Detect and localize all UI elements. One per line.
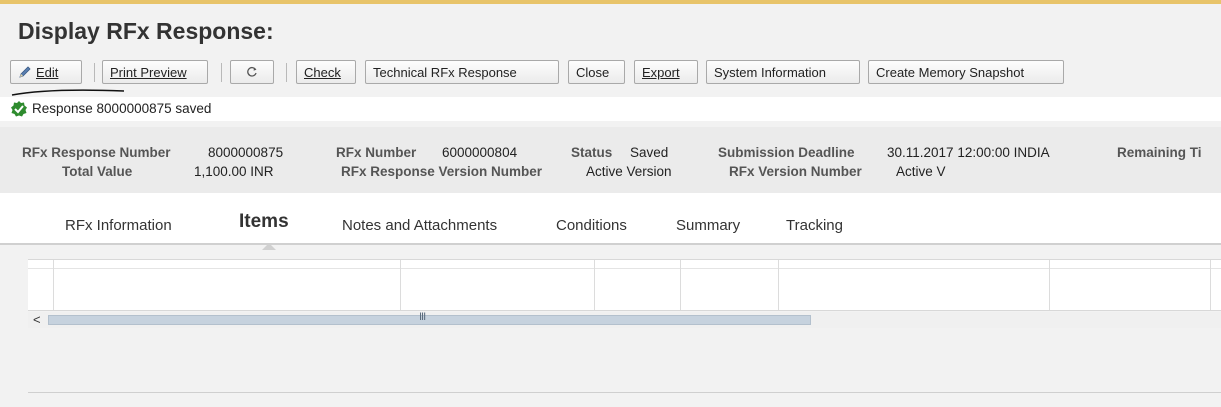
remaining-time-label: Remaining Ti <box>1117 145 1202 160</box>
check-label: Check <box>304 65 341 80</box>
tab-rfx-information[interactable]: RFx Information <box>65 217 172 234</box>
export-button[interactable]: Export <box>634 60 698 84</box>
scroll-left-arrow-icon[interactable]: < <box>33 312 41 327</box>
print-preview-button[interactable]: Print Preview <box>102 60 208 84</box>
header-area: RFx Response Number 8000000875 Total Val… <box>0 127 1221 193</box>
bottom-divider <box>28 392 1221 393</box>
toolbar-separator <box>94 63 95 82</box>
total-value-value: 1,100.00 INR <box>194 164 274 179</box>
submission-deadline-label: Submission Deadline <box>718 145 855 160</box>
toolbar-separator <box>221 63 222 82</box>
success-check-icon <box>11 101 27 117</box>
status-value: Saved <box>630 145 669 160</box>
rfx-response-number-value: 8000000875 <box>208 145 284 160</box>
table-column-divider <box>1210 260 1211 310</box>
table-column-divider <box>400 260 401 310</box>
technical-rfx-response-label: Technical RFx Response <box>373 65 517 80</box>
print-preview-label: Print Preview <box>110 65 187 80</box>
tab-tracking[interactable]: Tracking <box>786 217 843 234</box>
close-button[interactable]: Close <box>568 60 625 84</box>
page-title: Display RFx Response: <box>18 18 274 44</box>
table-column-divider <box>594 260 595 310</box>
tab-items[interactable]: Items <box>239 211 289 233</box>
system-information-button[interactable]: System Information <box>706 60 860 84</box>
edit-label: Edit <box>36 65 59 80</box>
top-accent-strip <box>0 0 1221 4</box>
active-tab-indicator <box>262 243 276 250</box>
table-column-divider <box>53 260 54 310</box>
tab-summary[interactable]: Summary <box>676 217 740 234</box>
edit-button[interactable]: Edit <box>10 60 82 84</box>
system-information-label: System Information <box>714 65 826 80</box>
tab-notes-and-attachments[interactable]: Notes and Attachments <box>342 217 497 234</box>
create-memory-snapshot-label: Create Memory Snapshot <box>876 65 1025 80</box>
pencil-icon <box>19 66 31 78</box>
submission-deadline-value: 30.11.2017 12:00:00 INDIA <box>887 145 1050 160</box>
table-column-divider <box>680 260 681 310</box>
refresh-icon <box>247 66 257 77</box>
technical-rfx-response-button[interactable]: Technical RFx Response <box>365 60 559 84</box>
table-column-divider <box>778 260 779 310</box>
rfx-number-value: 6000000804 <box>442 145 518 160</box>
horizontal-scrollbar[interactable]: < III <box>28 311 1221 328</box>
rfx-version-number-value: Active V <box>896 164 946 179</box>
toolbar-separator <box>286 63 287 82</box>
export-label: Export <box>642 65 680 80</box>
rfx-response-number-label: RFx Response Number <box>22 145 171 160</box>
status-label: Status <box>571 145 613 160</box>
close-label: Close <box>576 65 610 80</box>
rfx-number-label: RFx Number <box>336 145 417 160</box>
message-text: Response 8000000875 saved <box>32 101 212 116</box>
table-row-divider <box>28 268 1221 269</box>
items-table <box>28 259 1221 311</box>
rfx-response-version-number-label: RFx Response Version Number <box>341 164 543 179</box>
rfx-response-version-number-value: Active Version <box>586 164 672 179</box>
rfx-version-number-label: RFx Version Number <box>729 164 862 179</box>
tab-strip: RFx Information Items Notes and Attachme… <box>0 193 1221 245</box>
check-button[interactable]: Check <box>296 60 356 84</box>
scroll-thumb-grip: III <box>419 311 426 323</box>
table-column-divider <box>1049 260 1050 310</box>
total-value-label: Total Value <box>62 164 133 179</box>
refresh-button[interactable] <box>230 60 274 84</box>
tab-conditions[interactable]: Conditions <box>556 217 627 234</box>
scroll-thumb[interactable]: III <box>48 311 811 325</box>
create-memory-snapshot-button[interactable]: Create Memory Snapshot <box>868 60 1064 84</box>
pen-annotation-stroke <box>11 89 125 96</box>
